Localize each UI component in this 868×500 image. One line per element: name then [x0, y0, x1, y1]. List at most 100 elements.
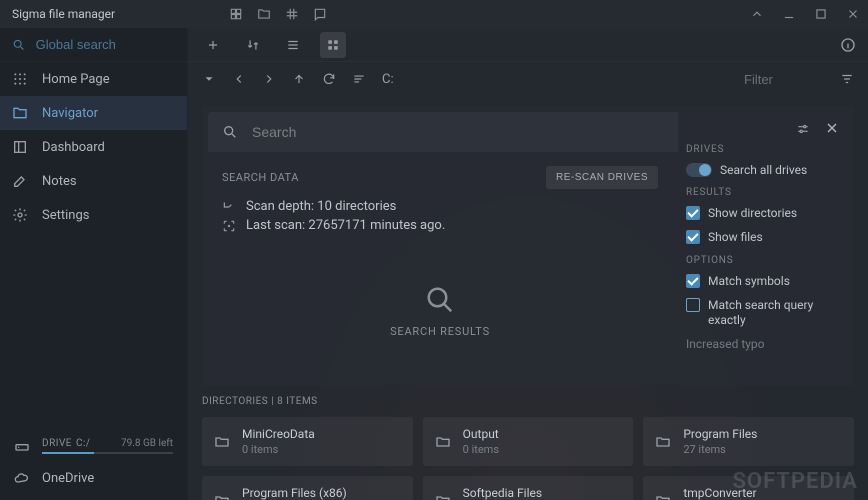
depth-icon [222, 200, 236, 214]
folder-card[interactable]: tmpConverter 0 items [643, 476, 854, 500]
toolbar-nav: C: [188, 62, 868, 96]
increased-typo-label: Increased typo [686, 337, 765, 353]
show-files-label: Show files [708, 230, 763, 246]
folder-card[interactable]: Output 0 items [423, 417, 634, 466]
folder-icon [435, 434, 451, 450]
match-symbols-checkbox[interactable] [686, 274, 700, 288]
last-scan-text: Last scan: 27657171 minutes ago. [246, 218, 445, 233]
sidebar-item-notes[interactable]: Notes [0, 164, 187, 198]
cloud-icon [14, 470, 30, 486]
folder-icon [214, 434, 230, 450]
match-exact-checkbox[interactable] [686, 298, 700, 312]
refresh-button[interactable] [322, 72, 336, 86]
maximize-icon[interactable] [814, 7, 828, 21]
hash-icon[interactable] [285, 7, 299, 21]
show-directories-checkbox[interactable] [686, 206, 700, 220]
folder-name: Program Files (x86) [242, 486, 347, 500]
drive-onedrive[interactable]: OneDrive [0, 462, 187, 494]
dropdown-icon[interactable] [202, 72, 216, 86]
gear-icon [12, 207, 28, 223]
app-title: Sigma file manager [12, 7, 115, 21]
scan-icon [222, 219, 236, 233]
sidebar: Home Page Navigator Dashboard Notes Sett… [0, 28, 188, 500]
search-input[interactable] [252, 124, 664, 140]
folder-card[interactable]: Program Files 27 items [643, 417, 854, 466]
search-icon [425, 285, 455, 315]
directory-listing: DIRECTORIES | 8 ITEMS MiniCreoData 0 ite… [202, 396, 854, 500]
sidebar-item-home[interactable]: Home Page [0, 62, 187, 96]
up-button[interactable] [292, 72, 306, 86]
folder-name: Output [463, 427, 499, 441]
results-section-header: RESULTS [686, 187, 840, 198]
show-directories-label: Show directories [708, 206, 797, 222]
search-all-drives-toggle[interactable] [686, 163, 712, 177]
sidebar-item-label: Dashboard [42, 140, 105, 155]
rescan-drives-button[interactable]: RE-SCAN DRIVES [546, 166, 658, 189]
toolbar-actions [188, 28, 868, 62]
folder-card[interactable]: Softpedia Files 163 items [423, 476, 634, 500]
search-all-drives-label: Search all drives [720, 163, 807, 177]
minimize-icon[interactable] [782, 7, 796, 21]
sidebar-item-navigator[interactable]: Navigator [0, 96, 187, 130]
sidebar-item-settings[interactable]: Settings [0, 198, 187, 232]
drive-path: C:/ [76, 438, 91, 449]
folder-icon [655, 434, 671, 450]
options-section-header: OPTIONS [686, 255, 840, 266]
folder-name: MiniCreoData [242, 427, 315, 441]
grid-icon [12, 71, 28, 87]
sidebar-item-dashboard[interactable]: Dashboard [0, 130, 187, 164]
close-icon[interactable] [846, 7, 860, 21]
breadcrumb-path[interactable]: C: [382, 72, 394, 87]
match-symbols-label: Match symbols [708, 274, 790, 290]
folder-name: Program Files [683, 427, 757, 441]
titlebar: Sigma file manager [0, 0, 868, 28]
scan-depth-text: Scan depth: 10 directories [246, 199, 396, 214]
folder-name: Softpedia Files [463, 486, 542, 500]
filter-icon[interactable] [840, 72, 854, 86]
global-search[interactable] [0, 28, 187, 62]
folder-icon[interactable] [257, 7, 271, 21]
sidebar-item-label: Notes [42, 174, 77, 189]
edit-icon [12, 173, 28, 189]
chevron-up-icon[interactable] [750, 7, 764, 21]
forward-button[interactable] [262, 72, 276, 86]
drive-free-space: 79.8 GB left [121, 438, 173, 449]
directories-header: DIRECTORIES | 8 ITEMS [202, 396, 854, 407]
folder-item-count: 0 items [463, 443, 499, 456]
menu-button[interactable] [352, 72, 366, 86]
match-exact-label: Match search query exactly [708, 298, 840, 329]
folder-card[interactable]: MiniCreoData 0 items [202, 417, 413, 466]
drive-label: OneDrive [42, 471, 94, 486]
main-pane: C: SEARCH DATA RE-SCAN DRIVES Sca [188, 28, 868, 500]
folder-card[interactable]: Program Files (x86) 28 items [202, 476, 413, 500]
sidebar-item-label: Home Page [42, 72, 110, 87]
search-data-header: SEARCH DATA [222, 171, 299, 184]
dashboard-icon [12, 139, 28, 155]
folder-item-count: 0 items [242, 443, 315, 456]
drive-label-prefix: DRIVE [42, 438, 72, 449]
folder-icon [12, 105, 28, 121]
drives-section-header: DRIVES [686, 144, 840, 155]
search-results-label: SEARCH RESULTS [390, 325, 490, 338]
search-options-panel: DRIVES Search all drives RESULTS Show di… [678, 106, 854, 386]
workspaces-icon[interactable] [229, 7, 243, 21]
close-panel-button[interactable] [824, 120, 840, 136]
hdd-icon [14, 438, 30, 454]
options-toggle-icon[interactable] [796, 122, 810, 136]
info-icon[interactable] [840, 37, 856, 53]
filter-input[interactable] [744, 72, 824, 87]
folder-icon [435, 493, 451, 500]
add-button[interactable] [200, 32, 226, 58]
folder-item-count: 27 items [683, 443, 757, 456]
back-button[interactable] [232, 72, 246, 86]
global-search-input[interactable] [36, 37, 175, 52]
view-list-button[interactable] [280, 32, 306, 58]
show-files-checkbox[interactable] [686, 230, 700, 244]
folder-name: tmpConverter [683, 486, 756, 500]
note-icon[interactable] [313, 7, 327, 21]
sort-button[interactable] [240, 32, 266, 58]
view-grid-button[interactable] [320, 32, 346, 58]
sidebar-item-label: Settings [42, 208, 89, 223]
search-field[interactable] [208, 112, 678, 152]
drive-local[interactable]: DRIVE C:/ 79.8 GB left [0, 430, 187, 462]
